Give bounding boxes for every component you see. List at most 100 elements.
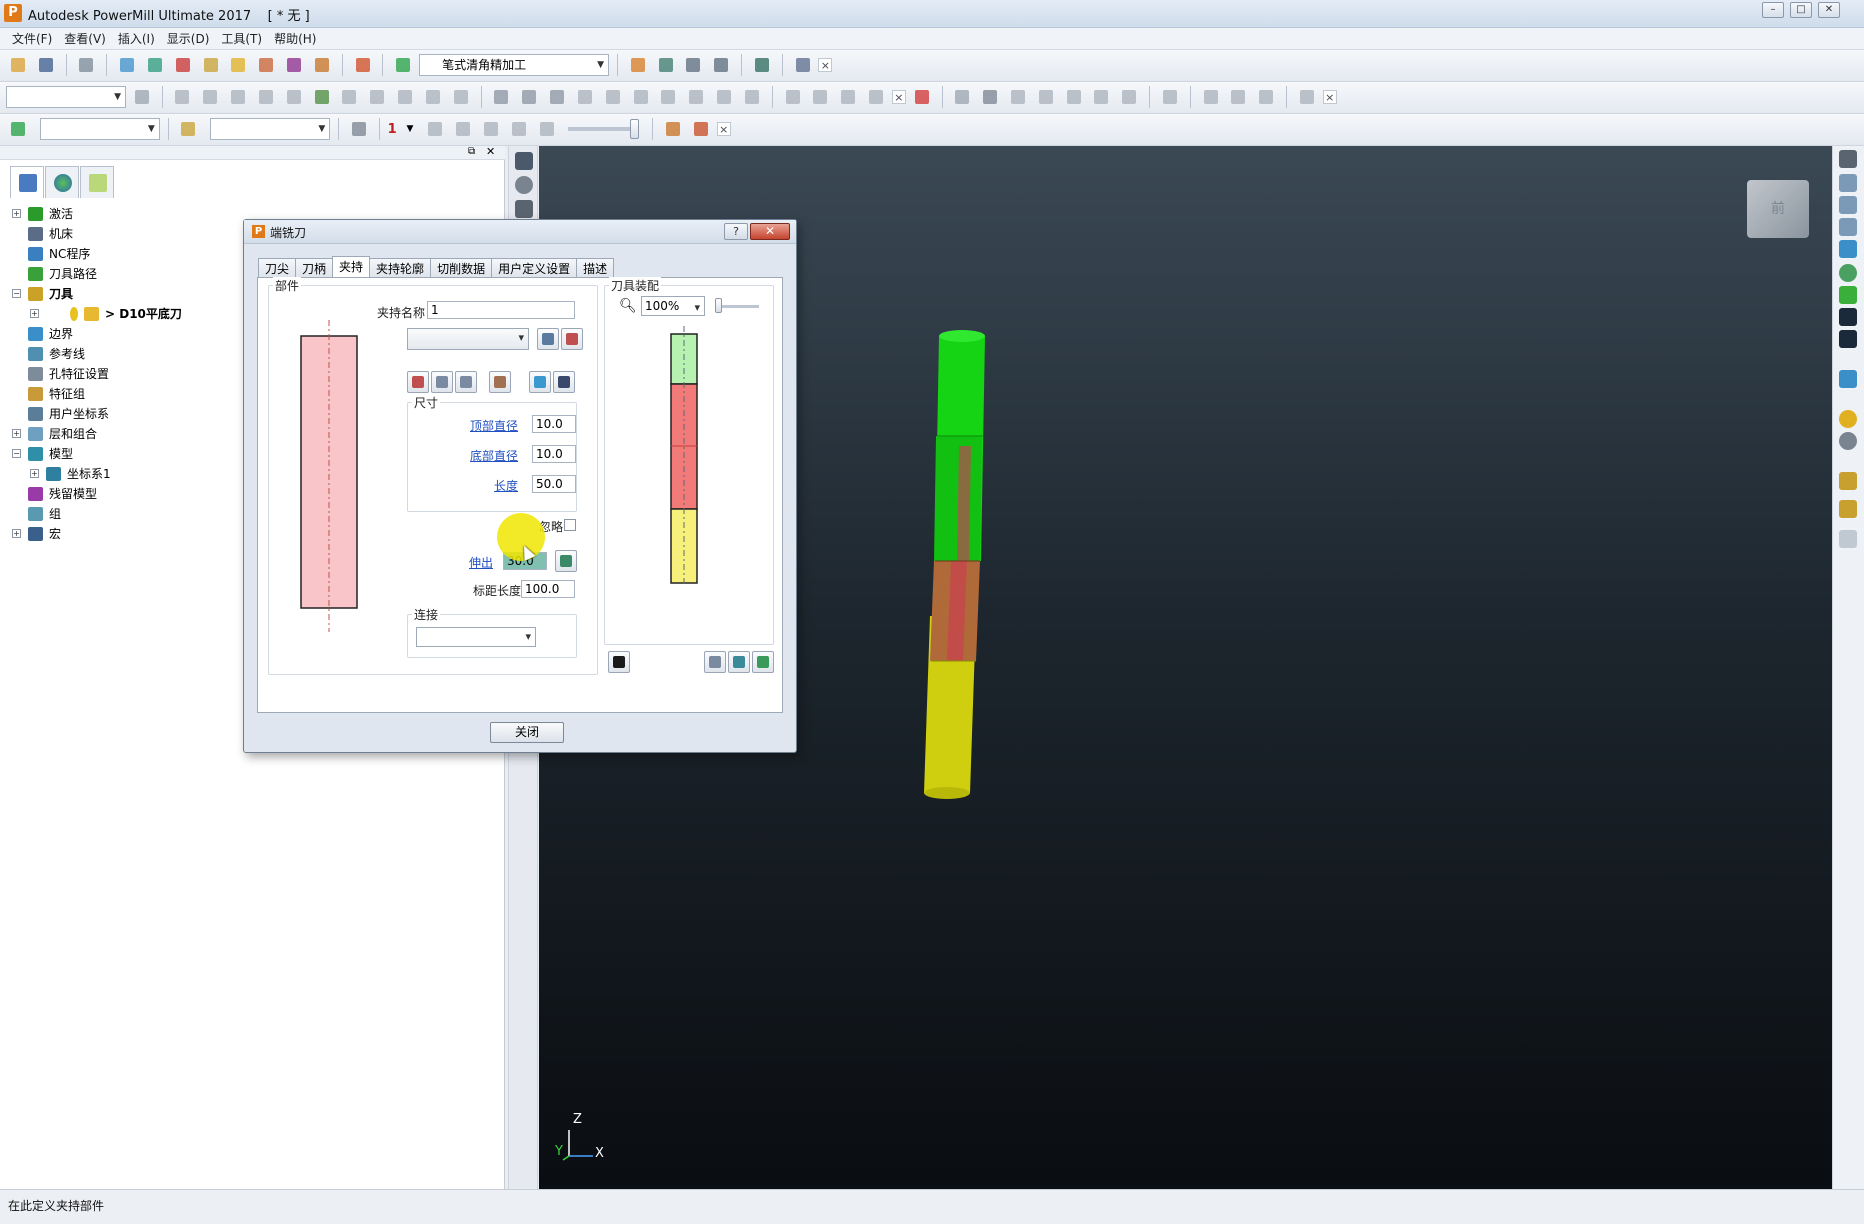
collision-check-icon[interactable] [655, 54, 677, 76]
view-iso-icon[interactable] [1839, 240, 1857, 258]
zoom-slider[interactable] [715, 298, 759, 313]
solid-icon[interactable] [951, 86, 973, 108]
add-component-button[interactable] [407, 371, 429, 393]
menu-insert[interactable]: 插入(I) [112, 28, 161, 50]
shaded-icon[interactable] [1839, 370, 1857, 388]
measure-icon[interactable] [630, 86, 652, 108]
close-panel-icon[interactable] [1839, 530, 1857, 548]
play-icon[interactable] [480, 118, 502, 140]
strategy-combo[interactable]: 笔式清角精加工 ▼ [419, 54, 610, 76]
tab-user-settings[interactable]: 用户定义设置 [491, 258, 578, 279]
toolpath-strategy-icon[interactable] [392, 54, 414, 76]
tab-holder-profile[interactable]: 夹持轮廓 [369, 258, 432, 279]
menu-help[interactable]: 帮助(H) [268, 28, 322, 50]
reset-forms-icon[interactable] [352, 54, 374, 76]
chevron-down-icon[interactable]: ▼ [407, 124, 414, 134]
end-point-icon[interactable] [255, 54, 277, 76]
tool-shank-icon[interactable] [602, 86, 624, 108]
tab-tip[interactable]: 刀尖 [258, 258, 297, 279]
expand-icon[interactable]: + [12, 429, 21, 438]
step-forward-icon[interactable] [508, 118, 530, 140]
points-icon[interactable] [283, 54, 305, 76]
edit-icon[interactable] [171, 86, 193, 108]
holder-tool-button[interactable] [561, 328, 583, 350]
cancel-icon[interactable] [450, 86, 472, 108]
dialog-close-button[interactable]: ✕ [750, 223, 790, 240]
tool-number[interactable]: 1 [388, 122, 397, 137]
gear-icon[interactable] [865, 86, 887, 108]
bottom-diameter-input[interactable]: 10.0 [532, 445, 576, 463]
clock-icon[interactable] [422, 86, 444, 108]
select-icon[interactable] [979, 86, 1001, 108]
zoom-icon[interactable] [1839, 264, 1857, 282]
close-button[interactable]: 关闭 [490, 722, 564, 743]
connection-combo[interactable] [416, 627, 536, 647]
gauge-length-input[interactable]: 100.0 [521, 580, 575, 598]
ignore-checkbox[interactable] [564, 519, 576, 531]
move-icon[interactable] [199, 86, 221, 108]
refresh-view-icon[interactable] [1839, 286, 1857, 304]
tool-combo[interactable]: ▼ [210, 118, 331, 140]
table-icon[interactable] [338, 86, 360, 108]
settings-icon[interactable] [1296, 86, 1318, 108]
lightbulb-icon[interactable] [70, 307, 78, 321]
hidden-line-icon[interactable] [546, 86, 568, 108]
collapse-icon[interactable]: − [12, 449, 21, 458]
help-button[interactable]: ? [724, 223, 748, 240]
zoom-icon[interactable] [782, 86, 804, 108]
disk-icon[interactable] [1255, 86, 1277, 108]
view-front-icon[interactable] [1839, 174, 1857, 192]
expand-icon[interactable]: + [30, 309, 39, 318]
lightbulb-icon[interactable] [348, 118, 370, 140]
probe-icon[interactable] [837, 86, 859, 108]
record-icon[interactable] [911, 86, 933, 108]
toolpath-verify-icon[interactable] [627, 54, 649, 76]
expand-icon[interactable]: + [12, 209, 21, 218]
toolpath-combo[interactable]: ▼ [39, 118, 160, 140]
shaded-view-icon[interactable] [490, 86, 512, 108]
ruler-icon[interactable] [710, 54, 732, 76]
lightbulb-icon[interactable] [515, 176, 533, 194]
list-icon[interactable] [366, 86, 388, 108]
open-holder-button[interactable] [529, 371, 551, 393]
skip-end-icon[interactable] [536, 118, 558, 140]
step-back-icon[interactable] [452, 118, 474, 140]
menu-display[interactable]: 显示(D) [161, 28, 216, 50]
block-icon[interactable] [116, 54, 138, 76]
zoom-combo[interactable]: 100% [641, 296, 705, 317]
expand-icon[interactable]: + [30, 469, 39, 478]
close-panel-icon[interactable]: ✕ [486, 145, 495, 158]
surface-icon[interactable] [741, 86, 763, 108]
profile-button[interactable] [489, 371, 511, 393]
tool-database-icon[interactable] [311, 54, 333, 76]
binoculars-icon[interactable] [792, 54, 814, 76]
tool-icon[interactable] [177, 118, 199, 140]
top-diameter-label[interactable]: 顶部直径 [470, 417, 518, 434]
calculator-icon[interactable] [682, 54, 704, 76]
menu-view[interactable]: 查看(V) [58, 28, 112, 50]
length-label[interactable]: 长度 [494, 477, 518, 494]
tab-cutting-data[interactable]: 切削数据 [430, 258, 493, 279]
skip-start-icon[interactable] [424, 118, 446, 140]
reset-assembly-button[interactable] [608, 651, 630, 673]
assembly-tool2-button[interactable] [728, 651, 750, 673]
top-diameter-input[interactable]: 10.0 [532, 415, 576, 433]
tab-web[interactable] [45, 166, 79, 198]
bottom-diameter-label[interactable]: 底部直径 [470, 447, 518, 464]
refresh-icon[interactable] [1118, 86, 1140, 108]
holder-select-combo[interactable] [407, 328, 529, 350]
close-toolbar-icon[interactable]: × [891, 90, 906, 104]
pin-icon[interactable] [809, 86, 831, 108]
wireframe-view-icon[interactable] [518, 86, 540, 108]
feeds-speeds-icon[interactable] [172, 54, 194, 76]
toolpath-icon[interactable] [7, 118, 29, 140]
rotate-icon[interactable] [227, 86, 249, 108]
tab-recycle-bin[interactable] [80, 166, 114, 198]
save-holder-button[interactable] [553, 371, 575, 393]
overhang-label[interactable]: 伸出 [469, 554, 493, 571]
simulation-icon[interactable] [662, 118, 684, 140]
view-top-icon[interactable] [1839, 150, 1857, 168]
select-cursor-icon[interactable] [1839, 472, 1857, 490]
save-icon[interactable] [35, 54, 57, 76]
print-icon[interactable] [75, 54, 97, 76]
